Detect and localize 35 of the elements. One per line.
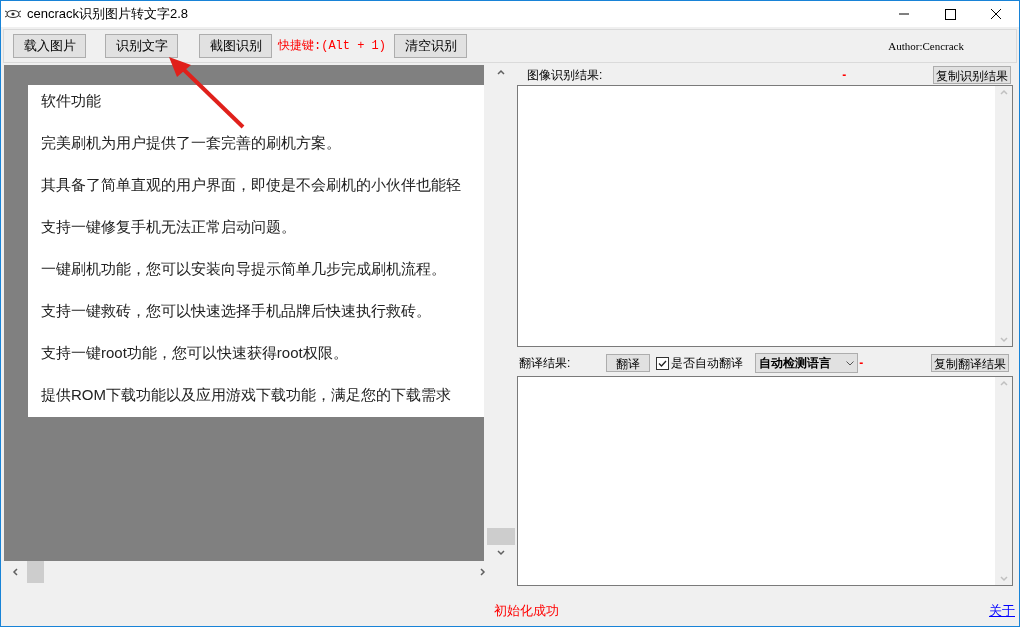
copy-result-button[interactable]: 复制识别结果 xyxy=(933,66,1011,84)
document-text: 支持一键救砖，您可以快速选择手机品牌后快速执行救砖。 xyxy=(41,301,432,321)
status-mark: - xyxy=(859,355,864,372)
app-icon xyxy=(5,9,21,19)
translation-label: 翻译结果: xyxy=(519,355,571,372)
document-text: 支持一键root功能，您可以快速获得root权限。 xyxy=(41,343,349,363)
auto-translate-label: 是否自动翻译 xyxy=(671,355,744,372)
dropdown-icon[interactable] xyxy=(846,360,855,366)
scroll-up-icon[interactable] xyxy=(497,69,505,75)
document-text: 一键刷机功能，您可以安装向导提示简单几步完成刷机流程。 xyxy=(41,259,447,279)
document-text: 软件功能 xyxy=(41,91,102,111)
language-select[interactable]: 自动检测语言 xyxy=(755,353,859,373)
document-text: 完美刷机为用户提供了一套完善的刷机方案。 xyxy=(41,133,342,153)
auto-translate-checkbox[interactable] xyxy=(656,356,670,370)
author-label: Author:Cencrack xyxy=(888,38,964,54)
document-text: 提供ROM下载功能以及应用游戏下载功能，满足您的下载需求 xyxy=(41,385,452,405)
translate-button[interactable]: 翻译 xyxy=(606,354,651,372)
document-text: 其具备了简单直观的用户界面，即使是不会刷机的小伙伴也能轻 xyxy=(41,175,462,195)
shortcut-hint: 快捷键:(Alt + 1) xyxy=(278,38,386,55)
clear-button[interactable]: 清空识别 xyxy=(394,34,467,58)
window-title: cencrack识别图片转文字2.8 xyxy=(27,5,189,24)
scroll-down-icon[interactable] xyxy=(497,550,505,556)
scrollbar-thumb[interactable] xyxy=(487,528,515,545)
about-link[interactable]: 关于 xyxy=(989,601,1015,621)
document-text: 支持一键修复手机无法正常启动问题。 xyxy=(41,217,297,237)
ocr-result-label: 图像识别结果: xyxy=(527,67,603,84)
scroll-left-icon[interactable] xyxy=(12,568,18,576)
status-mark: - xyxy=(842,67,847,84)
recognize-text-button[interactable]: 识别文字 xyxy=(105,34,178,58)
scroll-right-icon[interactable] xyxy=(480,568,486,576)
copy-translation-button[interactable]: 复制翻译结果 xyxy=(931,354,1009,372)
status-message: 初始化成功 xyxy=(494,602,559,621)
load-image-button[interactable]: 载入图片 xyxy=(13,34,86,58)
scrollbar-thumb[interactable] xyxy=(27,561,44,583)
screenshot-ocr-button[interactable]: 截图识别 xyxy=(199,34,272,58)
